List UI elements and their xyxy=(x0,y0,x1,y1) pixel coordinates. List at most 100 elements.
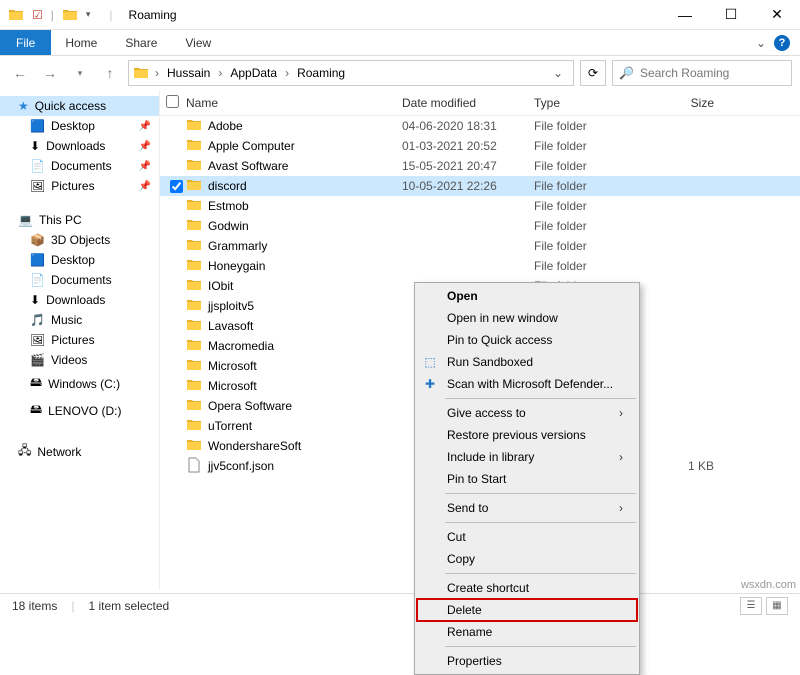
ribbon-expand-icon[interactable]: ⌄ xyxy=(756,36,766,50)
navigation-pane: ★ Quick access 🟦Desktop📌⬇Downloads📌📄Docu… xyxy=(0,90,160,590)
item-icon: 🟦 xyxy=(30,253,45,267)
nav-up-button[interactable]: ↑ xyxy=(98,61,122,85)
sidebar-item[interactable]: 📄Documents📌 xyxy=(0,156,159,176)
context-item[interactable]: Create shortcut xyxy=(417,577,637,599)
sidebar-item[interactable]: 🖴LENOVO (D:) xyxy=(0,397,159,424)
view-details-button[interactable]: ☰ xyxy=(740,597,762,615)
title-bar: ☑ | ▾ | Roaming — ☐ ✕ xyxy=(0,0,800,30)
context-item[interactable]: ✚Scan with Microsoft Defender... xyxy=(417,373,637,395)
table-row[interactable]: Grammarly File folder xyxy=(160,236,800,256)
refresh-button[interactable]: ⟳ xyxy=(580,60,606,86)
context-item[interactable]: Pin to Quick access xyxy=(417,329,637,351)
table-row[interactable]: Avast Software 15-05-2021 20:47 File fol… xyxy=(160,156,800,176)
context-separator xyxy=(445,646,636,647)
tab-view[interactable]: View xyxy=(171,30,225,55)
tab-share[interactable]: Share xyxy=(111,30,171,55)
context-item[interactable]: Restore previous versions xyxy=(417,424,637,446)
nav-history-icon[interactable]: ▾ xyxy=(68,61,92,85)
chevron-right-icon[interactable]: › xyxy=(283,66,291,80)
qat-check-icon[interactable]: ☑ xyxy=(32,8,43,22)
file-name: Opera Software xyxy=(208,399,292,413)
context-item[interactable]: Open xyxy=(417,285,637,307)
column-name[interactable]: Name xyxy=(186,96,402,110)
breadcrumb[interactable]: AppData xyxy=(228,66,279,80)
pin-icon: 📌 xyxy=(139,141,151,152)
minimize-button[interactable]: — xyxy=(662,0,708,30)
sidebar-item[interactable]: 🖴Windows (C:) xyxy=(0,370,159,397)
sidebar-quick-access[interactable]: ★ Quick access xyxy=(0,96,159,116)
context-item[interactable]: Properties xyxy=(417,650,637,672)
folder-icon xyxy=(186,337,202,356)
close-button[interactable]: ✕ xyxy=(754,0,800,30)
file-pane: Name Date modified Type Size Adobe 04-06… xyxy=(160,90,800,590)
sidebar-item[interactable]: 📦3D Objects xyxy=(0,230,159,250)
table-row[interactable]: Godwin File folder xyxy=(160,216,800,236)
folder-icon xyxy=(186,257,202,276)
file-name: Grammarly xyxy=(208,239,267,253)
nav-forward-button[interactable]: → xyxy=(38,61,62,85)
context-item[interactable]: Send to› xyxy=(417,497,637,519)
file-name: Apple Computer xyxy=(208,139,295,153)
row-checkbox[interactable] xyxy=(170,180,183,193)
context-item-label: Copy xyxy=(447,552,475,566)
sidebar-item[interactable]: ⬇Downloads xyxy=(0,290,159,310)
sidebar-item[interactable]: 🖼Pictures xyxy=(0,330,159,350)
context-item[interactable]: ⬚Run Sandboxed xyxy=(417,351,637,373)
column-type[interactable]: Type xyxy=(534,96,644,110)
help-icon[interactable]: ? xyxy=(774,35,790,51)
context-item[interactable]: Open in new window xyxy=(417,307,637,329)
sidebar-item[interactable]: 🟦Desktop📌 xyxy=(0,116,159,136)
sidebar-item[interactable]: 🎵Music xyxy=(0,310,159,330)
context-item[interactable]: Cut xyxy=(417,526,637,548)
table-row[interactable]: Apple Computer 01-03-2021 20:52 File fol… xyxy=(160,136,800,156)
file-name: Avast Software xyxy=(208,159,288,173)
table-row[interactable]: discord 10-05-2021 22:26 File folder xyxy=(160,176,800,196)
pin-icon: 📌 xyxy=(139,161,151,172)
breadcrumb[interactable]: Roaming xyxy=(295,66,347,80)
sidebar-network[interactable]: 🖧 Network xyxy=(0,438,159,465)
context-item[interactable]: Include in library› xyxy=(417,446,637,468)
context-item[interactable]: Rename xyxy=(417,621,637,643)
tab-home[interactable]: Home xyxy=(51,30,111,55)
sidebar-item[interactable]: 📄Documents xyxy=(0,270,159,290)
star-icon: ★ xyxy=(18,99,29,113)
folder-icon xyxy=(133,65,149,81)
chevron-right-icon[interactable]: › xyxy=(216,66,224,80)
context-item[interactable]: Give access to› xyxy=(417,402,637,424)
folder-icon xyxy=(186,277,202,296)
pin-icon: 📌 xyxy=(139,181,151,192)
context-item[interactable]: Delete xyxy=(417,599,637,621)
file-date: 15-05-2021 20:47 xyxy=(402,159,534,173)
column-size[interactable]: Size xyxy=(644,96,714,110)
address-bar[interactable]: › Hussain › AppData › Roaming ⌄ xyxy=(128,60,574,86)
nav-back-button[interactable]: ← xyxy=(8,61,32,85)
qat-dropdown-icon[interactable]: ▾ xyxy=(86,9,91,20)
maximize-button[interactable]: ☐ xyxy=(708,0,754,30)
context-item[interactable]: Pin to Start xyxy=(417,468,637,490)
sidebar-item[interactable]: 🖼Pictures📌 xyxy=(0,176,159,196)
sidebar-item[interactable]: 🎬Videos xyxy=(0,350,159,370)
breadcrumb[interactable]: Hussain xyxy=(165,66,212,80)
chevron-right-icon: › xyxy=(619,501,637,515)
address-dropdown-icon[interactable]: ⌄ xyxy=(547,66,569,80)
view-icons-button[interactable]: ▦ xyxy=(766,597,788,615)
table-row[interactable]: Estmob File folder xyxy=(160,196,800,216)
chevron-right-icon[interactable]: › xyxy=(153,66,161,80)
sidebar-item[interactable]: 🟦Desktop xyxy=(0,250,159,270)
tab-file[interactable]: File xyxy=(0,30,51,55)
sidebar-item[interactable]: ⬇Downloads📌 xyxy=(0,136,159,156)
folder-icon xyxy=(186,157,202,176)
context-item-label: Delete xyxy=(447,603,482,617)
column-date[interactable]: Date modified xyxy=(402,96,534,110)
column-headers: Name Date modified Type Size xyxy=(160,90,800,116)
search-input[interactable]: 🔍 Search Roaming xyxy=(612,60,792,86)
table-row[interactable]: Adobe 04-06-2020 18:31 File folder xyxy=(160,116,800,136)
context-item[interactable]: Copy xyxy=(417,548,637,570)
select-all-checkbox[interactable] xyxy=(166,95,179,108)
sidebar-item-label: Windows (C:) xyxy=(48,377,120,391)
sidebar-this-pc[interactable]: 💻 This PC xyxy=(0,210,159,230)
file-name: Lavasoft xyxy=(208,319,253,333)
context-item-label: Properties xyxy=(447,654,502,668)
table-row[interactable]: Honeygain File folder xyxy=(160,256,800,276)
address-bar-row: ← → ▾ ↑ › Hussain › AppData › Roaming ⌄ … xyxy=(0,56,800,90)
